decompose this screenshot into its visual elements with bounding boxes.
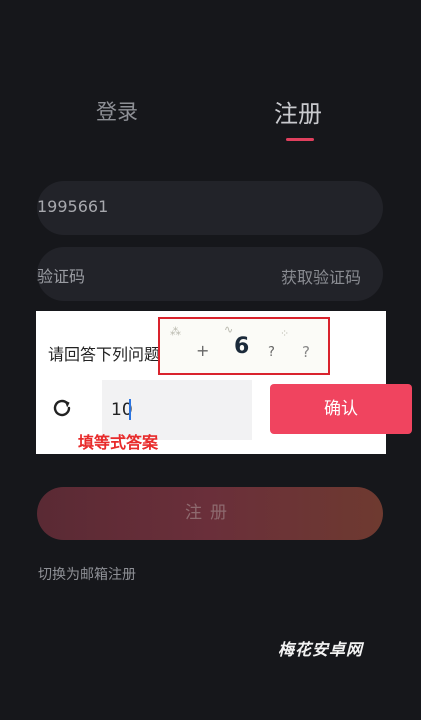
captcha-question-label: 请回答下列问题 xyxy=(48,345,161,364)
captcha-question-mark-icon: ? xyxy=(302,343,310,361)
captcha-noise: ⁘ xyxy=(280,327,290,340)
verification-code-field[interactable]: 验证码 获取验证码 xyxy=(37,247,383,301)
auth-tabs: 登录 注册 xyxy=(0,96,421,156)
tab-active-indicator xyxy=(286,138,314,141)
captcha-noise: ∿ xyxy=(224,323,234,336)
watermark-text: 梅花安卓网 xyxy=(278,640,364,659)
captcha-question-mark-icon: ? xyxy=(268,345,275,360)
captcha-operator: + xyxy=(196,341,210,360)
code-placeholder[interactable]: 验证码 xyxy=(37,263,85,287)
get-code-button[interactable]: 获取验证码 xyxy=(281,264,361,288)
captcha-image: ⁂ ∿ ⁘ + 6 ? ? xyxy=(158,317,330,375)
switch-to-email-link[interactable]: 切换为邮箱注册 xyxy=(38,564,136,584)
captcha-dialog: 请回答下列问题 ⁂ ∿ ⁘ + 6 ? ? 确认 填等式答案 xyxy=(36,311,412,454)
tab-login[interactable]: 登录 xyxy=(96,96,138,126)
phone-field[interactable]: 1995661 xyxy=(37,181,383,235)
phone-value[interactable]: 1995661 xyxy=(37,197,108,216)
captcha-noise: ⁂ xyxy=(170,325,181,338)
text-caret xyxy=(129,399,131,420)
captcha-hint-text: 填等式答案 xyxy=(78,433,159,452)
captcha-number: 6 xyxy=(234,334,250,359)
register-button[interactable]: 注册 xyxy=(37,487,383,540)
refresh-icon[interactable] xyxy=(50,396,74,420)
confirm-button[interactable]: 确认 xyxy=(270,384,412,434)
tab-register[interactable]: 注册 xyxy=(274,94,322,129)
